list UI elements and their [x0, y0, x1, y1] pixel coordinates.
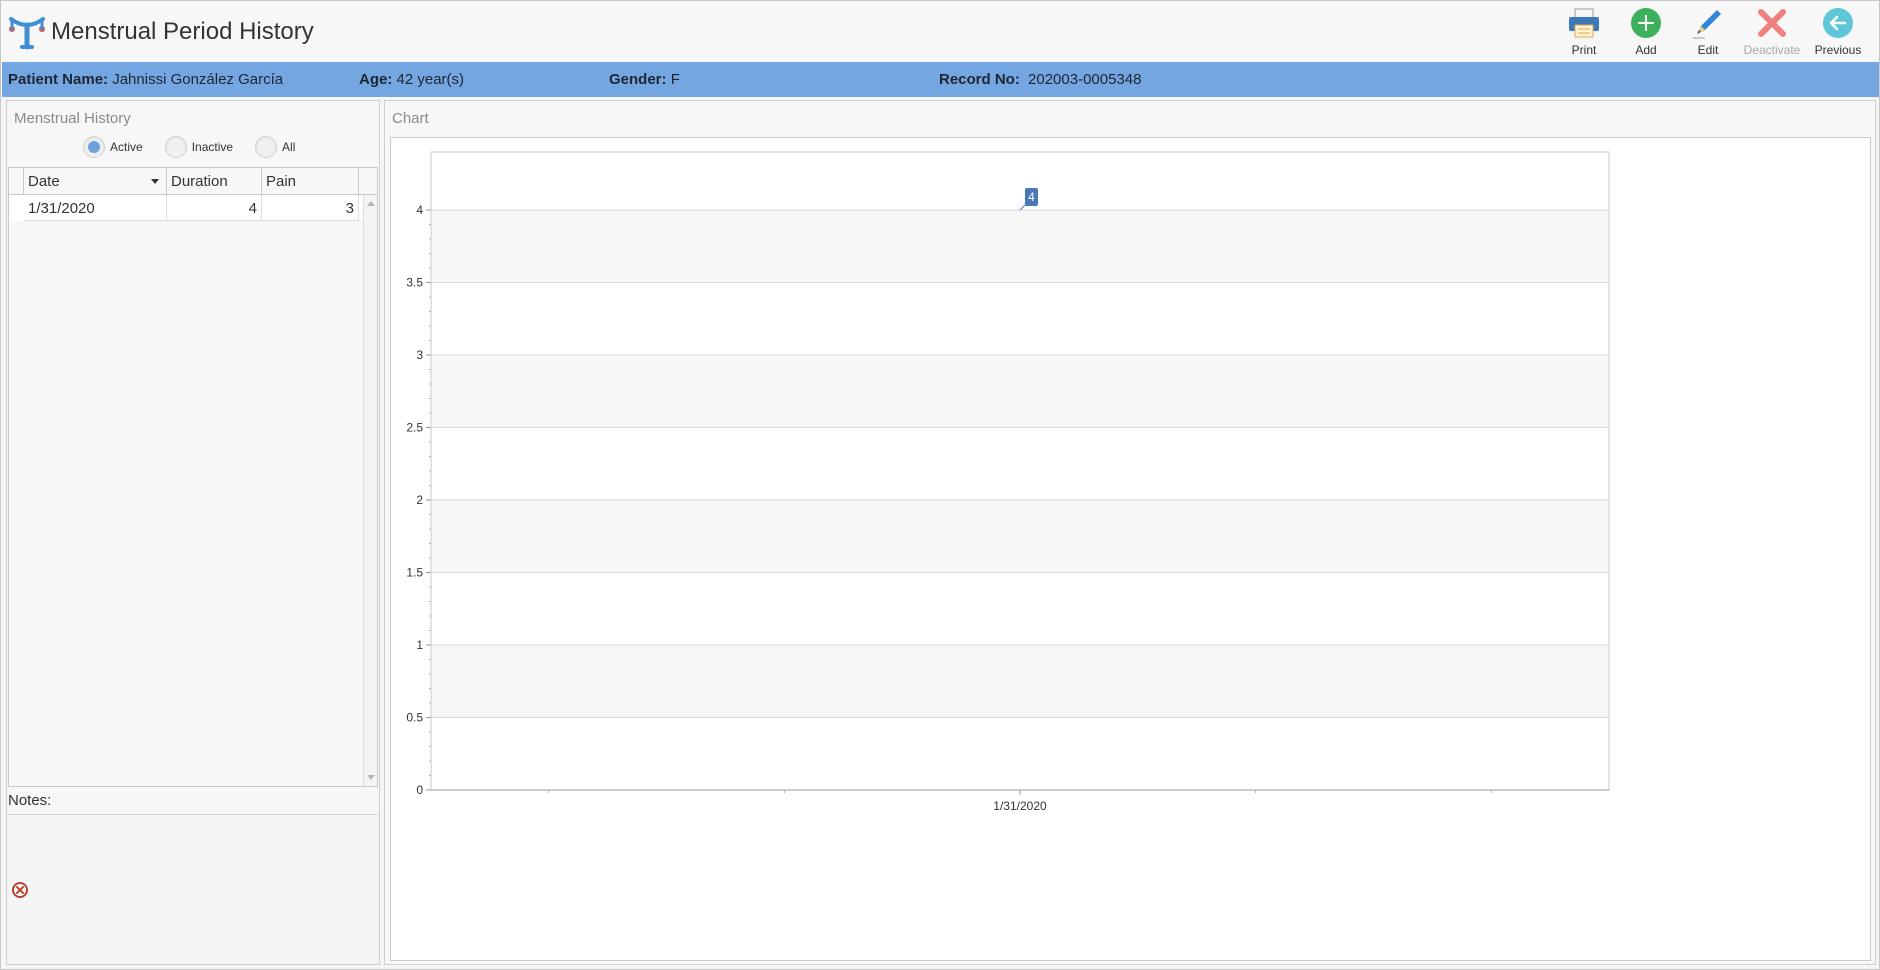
header: Menstrual Period History Print Add Edit … — [1, 1, 1879, 61]
x-icon — [1758, 9, 1786, 37]
chart-frame: 0 0.5 1 1.5 2 2.5 3 3.5 4 1/31/2020 4 — [390, 137, 1871, 961]
deactivate-button[interactable]: Deactivate — [1739, 5, 1805, 59]
column-header-label: Date — [28, 173, 60, 190]
printer-icon — [1569, 8, 1599, 38]
radio-circle — [255, 136, 278, 158]
cell-duration[interactable]: 4 — [167, 195, 262, 221]
patient-name-label: Patient Name: — [8, 71, 109, 88]
chart-panel-title: Chart — [392, 110, 429, 127]
page-title: Menstrual Period History — [51, 18, 314, 45]
grid-band — [432, 500, 1608, 573]
arrow-left-circle-icon — [1823, 8, 1853, 38]
filter-all-radio[interactable]: All — [255, 136, 295, 158]
radio-label: Inactive — [191, 140, 234, 154]
previous-button[interactable]: Previous — [1805, 5, 1871, 59]
edit-button[interactable]: Edit — [1677, 5, 1739, 59]
radio-circle — [83, 136, 105, 158]
table-row[interactable]: 1/31/2020 4 3 — [9, 195, 367, 221]
add-label: Add — [1635, 43, 1657, 57]
y-tick-label: 2.5 — [406, 421, 423, 435]
column-header-label: Duration — [171, 173, 228, 190]
edit-label: Edit — [1697, 43, 1719, 57]
menstrual-history-panel: Menstrual History Active Inactive All Da… — [6, 100, 380, 965]
record-value: 202003-0005348 — [1028, 71, 1142, 88]
pencil-icon — [1693, 10, 1721, 39]
scroll-down-icon[interactable] — [367, 775, 375, 780]
radio-selected-dot — [88, 141, 100, 153]
age-label: Age: — [359, 71, 393, 88]
column-header-duration[interactable]: Duration — [167, 168, 262, 194]
record-label: Record No: — [939, 71, 1020, 88]
age-field: Age: 42 year(s) — [359, 71, 464, 88]
cell-date[interactable]: 1/31/2020 — [24, 195, 167, 221]
print-button[interactable]: Print — [1553, 5, 1615, 59]
add-button[interactable]: Add — [1615, 5, 1677, 59]
y-tick-label: 3 — [416, 348, 423, 362]
previous-label: Previous — [1814, 43, 1862, 57]
history-grid: Date Duration Pain 1/31/2020 4 3 — [8, 167, 378, 787]
y-tick-label: 3.5 — [406, 276, 423, 290]
y-tick-label: 1 — [416, 638, 423, 652]
patient-info-bar: Patient Name: Jahnissi González García A… — [2, 62, 1879, 97]
x-tick-label: 1/31/2020 — [993, 799, 1047, 813]
deactivate-label: Deactivate — [1743, 43, 1801, 57]
notes-label: Notes: — [8, 792, 52, 809]
column-header-label: Pain — [266, 173, 297, 190]
print-label: Print — [1571, 43, 1597, 57]
radio-label: Active — [110, 140, 143, 154]
column-header-date[interactable]: Date — [24, 168, 167, 194]
patient-name-value: Jahnissi González García — [112, 71, 284, 88]
record-field: Record No: 202003-0005348 — [939, 71, 1141, 88]
cell-pain[interactable]: 3 — [262, 195, 359, 221]
sort-descending-icon — [151, 179, 159, 184]
y-tick-label: 1.5 — [406, 566, 423, 580]
grid-header: Date Duration Pain — [9, 168, 377, 195]
row-indicator-header — [9, 168, 24, 194]
gender-field: Gender: F — [609, 71, 680, 88]
radio-label: All — [282, 140, 296, 154]
chart: 0 0.5 1 1.5 2 2.5 3 3.5 4 1/31/2020 4 — [406, 151, 1610, 813]
error-icon — [12, 882, 28, 898]
y-tick-label: 0.5 — [406, 711, 423, 725]
notes-area[interactable] — [7, 814, 379, 964]
status-filter: Active Inactive All — [83, 136, 317, 158]
scroll-up-icon[interactable] — [367, 201, 375, 206]
data-label: 4 — [1028, 190, 1035, 204]
patient-name-field: Patient Name: Jahnissi González García — [8, 71, 283, 88]
filter-inactive-radio[interactable]: Inactive — [164, 136, 234, 158]
radio-circle — [164, 136, 187, 158]
gender-label: Gender: — [609, 71, 667, 88]
grid-band — [432, 645, 1608, 718]
y-tick-label: 4 — [416, 203, 423, 217]
gender-value: F — [670, 71, 680, 88]
plus-circle-icon — [1631, 8, 1661, 38]
uterus-icon — [9, 17, 45, 50]
column-header-pain[interactable]: Pain — [262, 168, 359, 194]
menstrual-history-title: Menstrual History — [14, 110, 131, 127]
toolbar: Print Add Edit Deactivate Previous — [1553, 5, 1871, 59]
y-tick-label: 0 — [416, 783, 423, 797]
filter-active-radio[interactable]: Active — [83, 136, 143, 158]
y-tick-label: 2 — [416, 493, 423, 507]
age-value: 42 year(s) — [396, 71, 465, 88]
grid-band — [432, 355, 1608, 428]
grid-vertical-scrollbar[interactable] — [363, 195, 377, 786]
app-window: Menstrual Period History Print Add Edit … — [0, 0, 1880, 970]
chart-panel: Chart 0 0.5 1 1.5 2 2.5 3 3.5 4 1/31/2020 4 — [384, 100, 1876, 965]
grid-band — [432, 210, 1608, 283]
